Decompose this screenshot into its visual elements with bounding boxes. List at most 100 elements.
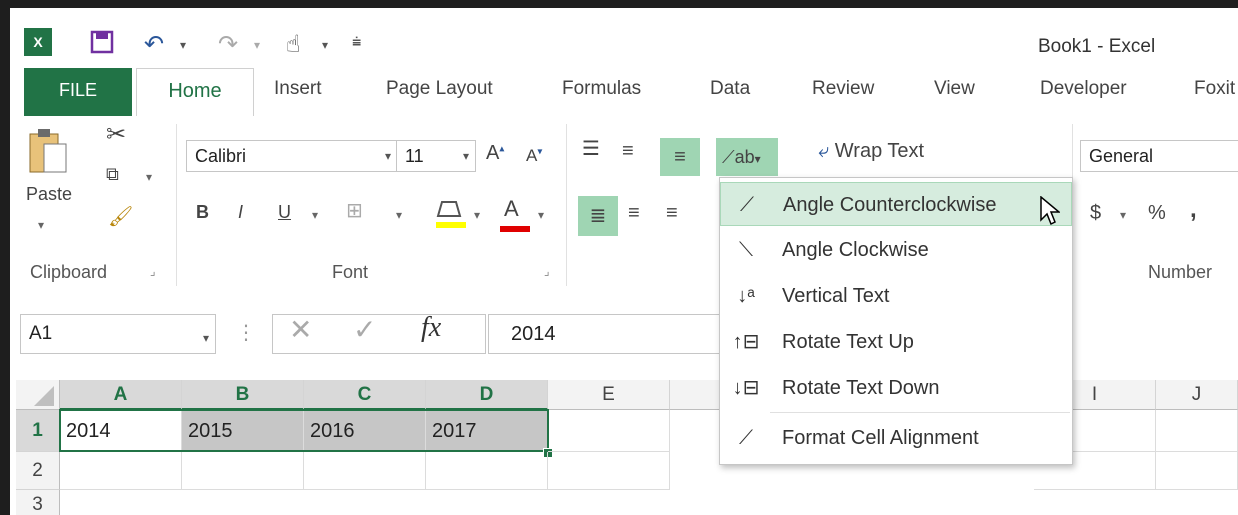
paste-icon[interactable] — [28, 126, 72, 176]
undo-dropdown-icon[interactable]: ▾ — [180, 38, 186, 52]
cell-b2[interactable] — [182, 452, 304, 490]
excel-window: X ↶ ▾ ↷ ▾ ☝ ▾ ⩧ Book1 - Excel FILE Home … — [0, 0, 1238, 515]
menu-item-vertical-text[interactable]: ↓ᵃ Vertical Text — [720, 274, 1072, 318]
font-color-dropdown-icon[interactable]: ▾ — [538, 208, 544, 222]
font-group-label: Font — [332, 262, 369, 282]
selection-border — [59, 409, 549, 452]
touch-mode-icon[interactable]: ☝ — [286, 30, 301, 59]
select-all-corner[interactable] — [16, 380, 60, 410]
tab-file[interactable]: FILE — [24, 68, 132, 116]
copy-dropdown-icon[interactable]: ▾ — [146, 170, 152, 184]
chevron-down-icon: ▾ — [754, 152, 761, 166]
menu-item-label: Format Cell Alignment — [782, 427, 979, 449]
undo-icon[interactable]: ↶ — [144, 30, 164, 59]
tab-review[interactable]: Review — [812, 78, 874, 100]
cancel-icon[interactable]: ✕ — [289, 315, 312, 345]
customize-icon[interactable]: ⩧ — [352, 34, 361, 52]
clipboard-launcher-icon[interactable]: ⌟ — [150, 264, 156, 278]
paste-dropdown-icon[interactable]: ▾ — [38, 218, 44, 232]
column-header-d[interactable]: D — [426, 380, 548, 410]
number-format-box[interactable]: General — [1080, 140, 1238, 172]
chevron-down-icon[interactable]: ▾ — [203, 319, 209, 357]
cell-j1[interactable] — [1156, 410, 1238, 452]
tab-home[interactable]: Home — [136, 68, 254, 117]
row-header-2[interactable]: 2 — [16, 452, 60, 490]
row-header-3[interactable]: 3 — [16, 490, 60, 515]
cell-e2[interactable] — [548, 452, 670, 490]
copy-icon[interactable]: ⧉ — [106, 164, 119, 185]
currency-dropdown-icon[interactable]: ▾ — [1120, 208, 1126, 222]
font-name-box[interactable]: Calibri ▾ — [186, 140, 398, 172]
formula-buttons: ✕ ✓ fx — [272, 313, 486, 354]
cut-icon[interactable]: ✂ — [106, 120, 126, 149]
borders-dropdown-icon[interactable]: ▾ — [396, 208, 402, 222]
rotate-text-up-icon: ↑⊟ — [732, 331, 760, 353]
middle-align-icon[interactable]: ≡ — [622, 140, 634, 163]
save-icon[interactable] — [90, 30, 114, 61]
underline-dropdown-icon[interactable]: ▾ — [312, 208, 318, 222]
font-color-swatch — [500, 226, 530, 232]
currency-button[interactable]: $ — [1090, 202, 1101, 225]
menu-item-format-cell-alignment[interactable]: ⟋ Format Cell Alignment — [720, 416, 1072, 460]
insert-function-button[interactable]: fx — [421, 313, 441, 343]
paste-button[interactable]: Paste — [26, 184, 72, 205]
cell-j2[interactable] — [1156, 452, 1238, 490]
orientation-button[interactable]: ⟋ab▾ — [716, 138, 778, 176]
redo-dropdown-icon[interactable]: ▾ — [254, 38, 260, 52]
font-launcher-icon[interactable]: ⌟ — [544, 264, 550, 278]
comma-button[interactable]: , — [1190, 196, 1197, 224]
underline-button[interactable]: U — [278, 202, 291, 223]
menu-item-angle-clockwise[interactable]: ⟍ Angle Clockwise — [720, 228, 1072, 272]
formula-input[interactable]: 2014 — [488, 314, 748, 354]
tab-foxit[interactable]: Foxit — [1194, 78, 1235, 100]
column-header-b[interactable]: B — [182, 380, 304, 410]
touch-dropdown-icon[interactable]: ▾ — [322, 38, 328, 52]
fill-color-dropdown-icon[interactable]: ▾ — [474, 208, 480, 222]
tab-view[interactable]: View — [934, 78, 975, 100]
font-size-box[interactable]: 11 ▾ — [396, 140, 476, 172]
number-group-label: Number — [1148, 262, 1213, 282]
row-header-1[interactable]: 1 — [16, 410, 60, 452]
menu-item-rotate-text-up[interactable]: ↑⊟ Rotate Text Up — [720, 320, 1072, 364]
column-header-e[interactable]: E — [548, 380, 670, 410]
mouse-cursor-icon — [1040, 195, 1062, 226]
tab-page-layout[interactable]: Page Layout — [386, 78, 493, 100]
top-align-icon[interactable]: ☰ — [582, 136, 600, 161]
tab-data[interactable]: Data — [710, 78, 750, 100]
bold-button[interactable]: B — [196, 202, 209, 223]
font-color-icon[interactable]: A — [498, 196, 532, 234]
number-format-value: General — [1089, 146, 1154, 166]
cell-a2[interactable] — [60, 452, 182, 490]
name-box[interactable]: A1 ▾ — [20, 314, 216, 354]
grow-font-icon[interactable]: A▴ — [486, 142, 504, 165]
italic-button[interactable]: I — [238, 202, 243, 223]
enter-icon[interactable]: ✓ — [353, 315, 376, 345]
tab-developer[interactable]: Developer — [1040, 78, 1127, 100]
cell-d2[interactable] — [426, 452, 548, 490]
column-header-c[interactable]: C — [304, 380, 426, 410]
shrink-font-icon[interactable]: A▾ — [526, 146, 542, 166]
menu-item-rotate-text-down[interactable]: ↓⊟ Rotate Text Down — [720, 366, 1072, 410]
orientation-icon: ⟋ab — [722, 147, 755, 167]
chevron-down-icon[interactable]: ▾ — [385, 141, 391, 171]
column-header-j[interactable]: J — [1156, 380, 1238, 410]
format-painter-icon[interactable]: 🖌 — [108, 204, 133, 229]
font-color-button[interactable]: A — [504, 196, 519, 222]
bottom-align-icon[interactable]: ≡ — [660, 138, 700, 176]
excel-icon[interactable]: X — [24, 28, 52, 56]
chevron-down-icon[interactable]: ▾ — [463, 141, 469, 171]
percent-button[interactable]: % — [1148, 202, 1166, 225]
cell-c2[interactable] — [304, 452, 426, 490]
align-left-icon[interactable]: ≣ — [578, 196, 618, 236]
menu-item-angle-counterclockwise[interactable]: ⟋ Angle Counterclockwise — [720, 182, 1072, 226]
align-center-icon[interactable]: ≡ — [628, 202, 640, 225]
column-header-a[interactable]: A — [60, 380, 182, 410]
redo-icon[interactable]: ↷ — [218, 30, 238, 59]
fill-color-icon[interactable] — [434, 196, 468, 230]
cell-e1[interactable] — [548, 410, 670, 452]
borders-icon[interactable]: ⊞ — [346, 198, 363, 223]
tab-formulas[interactable]: Formulas — [562, 78, 641, 100]
wrap-text-button[interactable]: ⤶ Wrap Text — [818, 140, 924, 163]
tab-insert[interactable]: Insert — [274, 78, 322, 100]
align-right-icon[interactable]: ≡ — [666, 202, 678, 225]
